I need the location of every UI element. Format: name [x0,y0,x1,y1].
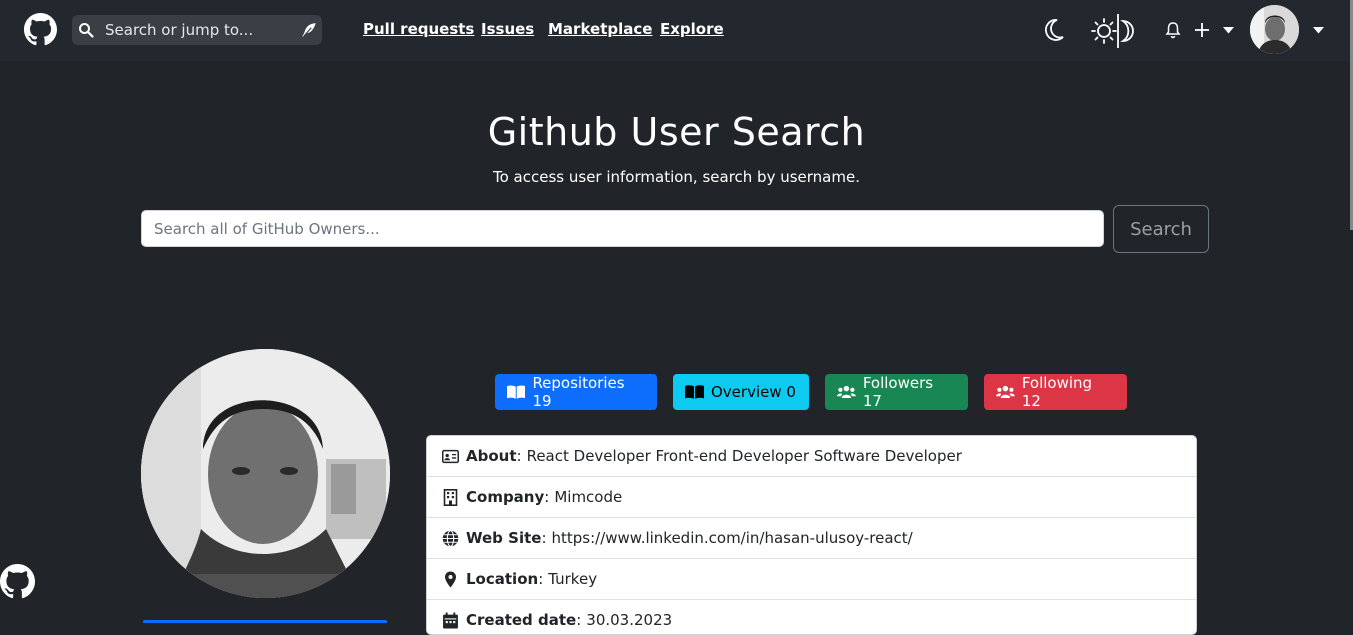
avatar-caret-down-icon[interactable] [1313,27,1324,34]
followers-label: Followers 17 [862,374,934,410]
caret-down-icon[interactable] [1223,27,1234,34]
info-row-location: Location: Turkey [427,559,1196,600]
feather-icon [302,23,316,38]
about-value: React Developer Front-end Developer Soft… [526,447,962,465]
profile-photo-image [141,349,390,598]
info-row-website: Web Site: https://www.linkedin.com/in/ha… [427,518,1196,559]
location-label: Location [466,570,539,588]
repositories-label: Repositories 19 [532,374,625,410]
website-link[interactable]: https://www.linkedin.com/in/hasan-ulusoy… [552,529,913,547]
avatar-photo [1250,5,1299,54]
top-search-box[interactable]: Search or jump to... [72,15,322,45]
following-button[interactable]: Following 12 [984,374,1127,410]
nav-pull-requests[interactable]: Pull requests [363,20,474,38]
nav-marketplace[interactable]: Marketplace [548,20,652,38]
overview-label: Overview 0 [711,383,796,401]
search-button[interactable]: Search [1113,205,1209,253]
website-label: Web Site [466,529,542,547]
calendar-icon [443,612,458,628]
users-icon [996,385,1015,398]
location-value: Turkey [548,570,598,588]
sun-moon-icon[interactable] [1090,12,1138,50]
corner-github-logo-icon[interactable] [0,564,35,599]
moon-icon[interactable] [1043,18,1065,42]
followers-button[interactable]: Followers 17 [825,374,968,410]
top-navbar: Search or jump to... Pull requests Issue… [0,0,1353,61]
user-info-card: About: React Developer Front-end Develop… [426,435,1197,635]
page-title: Github User Search [487,110,866,154]
nav-explore[interactable]: Explore [660,20,724,38]
nav-issues[interactable]: Issues [481,20,534,38]
company-value: Mimcode [554,488,623,506]
globe-icon [442,529,459,547]
id-card-icon [442,449,459,463]
user-avatar[interactable] [1250,5,1299,54]
plus-icon[interactable] [1194,22,1210,38]
book-open-icon [685,385,704,399]
location-pin-icon [445,571,456,587]
info-row-about: About: React Developer Front-end Develop… [427,436,1196,477]
page-subtitle: To access user information, search by us… [493,168,860,186]
created-label: Created date [466,611,577,629]
github-logo-icon[interactable] [24,13,57,46]
about-label: About [466,447,517,465]
top-search-placeholder: Search or jump to... [105,21,254,39]
book-open-icon [507,385,526,399]
profile-photo [141,349,390,598]
company-label: Company [466,488,545,506]
building-icon [443,488,458,506]
info-row-created: Created date: 30.03.2023 [427,600,1196,634]
users-icon [837,385,856,398]
created-value: 30.03.2023 [586,611,673,629]
bell-icon[interactable] [1165,21,1181,39]
repositories-button[interactable]: Repositories 19 [495,374,657,410]
following-label: Following 12 [1021,374,1093,410]
overview-button[interactable]: Overview 0 [673,374,809,410]
user-search-input[interactable] [141,210,1104,247]
search-icon [79,23,94,38]
info-row-company: Company: Mimcode [427,477,1196,518]
